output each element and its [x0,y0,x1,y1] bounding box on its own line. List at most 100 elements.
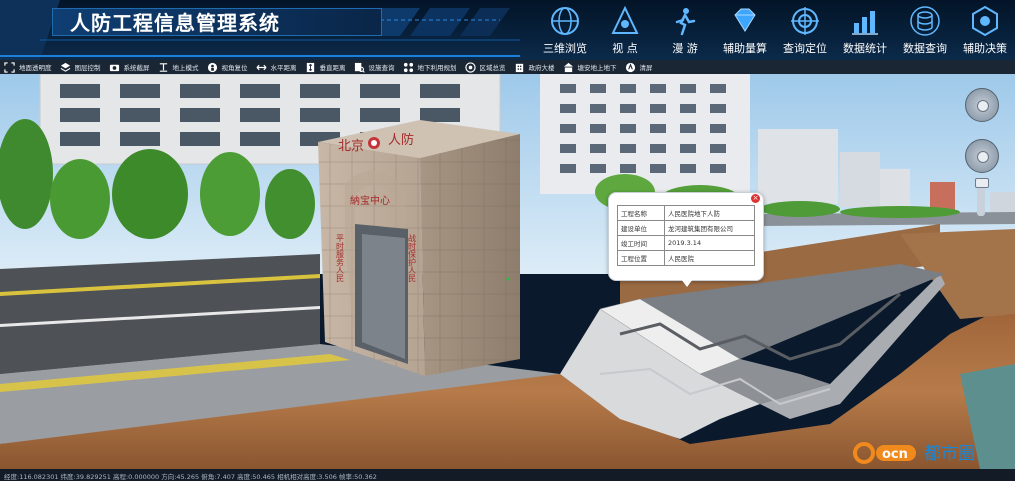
diamond-icon [734,8,756,32]
nav-label: 视 点 [612,42,638,55]
tool-label: 系统截屏 [123,64,150,72]
table-row: 工程名称 人民医院地下人防 [617,205,755,221]
logo-o-mark [853,442,875,464]
app-header: 人防工程信息管理系统 三维浏览 视 点 漫 游 辅助量算 查询定位 数据统计 数… [0,0,1015,60]
tool-vertical-distance[interactable]: 垂直距离 [305,60,346,74]
zoom-slider-handle[interactable] [975,178,989,188]
tool-label: 地下利用规划 [417,64,457,72]
popup-pointer [681,279,693,287]
tool-label: 地面透明度 [19,64,52,72]
dushiquan-logo: ocn 都市圈 [853,442,975,464]
tool-screenshot[interactable]: 系统截屏 [109,60,150,74]
person-icon [207,62,217,72]
bar-chart-icon [852,11,878,35]
left-couplet: 平时服务人民 [336,234,345,283]
plan-icon [403,62,413,72]
tool-government-building[interactable]: 政府大楼 [514,60,555,74]
civil-defense-entrance-building [318,120,520,376]
nav-label: 数据统计 [843,42,887,55]
tool-above-ground[interactable]: 地上模式 [158,60,199,74]
nav-roam[interactable]: 漫 游 [655,0,715,60]
nav-label: 漫 游 [672,42,698,55]
tool-underground-plan[interactable]: 地下利用规划 [403,60,457,74]
status-bar: 经度:116.082301 纬度:39.829251 高程:0.000000 方… [0,469,1015,481]
ground-icon [159,62,167,72]
table-row: 工程位置 人民医院 [617,250,755,266]
tool-layer-control[interactable]: 图层控制 [60,60,101,74]
scene-render: 北京 人防 納宝中心 平时服务人民 战时保护人民 [0,74,1015,469]
project-name-value: 人民医院地下人防 [664,205,755,221]
tool-facility-query[interactable]: 设施查询 [354,60,395,74]
expand-icon [4,61,15,73]
table-row: 竣工时间 2019.3.14 [617,235,755,251]
clear-icon [625,62,635,72]
search-doc-icon [354,62,365,73]
vertical-arrow-icon [306,62,314,72]
tool-label: 视角复位 [221,64,248,72]
globe-icon [551,7,579,35]
pan-control[interactable] [965,139,999,173]
target-icon [791,7,819,35]
tool-label: 清屏 [639,64,653,72]
tool-label: 水平距离 [270,64,297,72]
tool-label: 垂直距离 [319,64,346,72]
nav-locate[interactable]: 查询定位 [775,0,835,60]
close-icon[interactable]: × [751,194,760,203]
camera-icon [109,64,119,71]
tool-tangan-above-below[interactable]: 塘安地上地下 [563,60,617,74]
tool-clear-screen[interactable]: 清屏 [625,60,653,74]
sign-civil-defense: 人防 [388,132,414,148]
tool-horizontal-distance[interactable]: 水平距离 [255,60,297,74]
logo-text: 都市圈 [924,444,975,464]
tool-label: 地上模式 [172,64,199,72]
coordinate-readout: 经度:116.082301 纬度:39.829251 高程:0.000000 方… [4,473,377,481]
project-info-popup: × 工程名称 人民医院地下人防 建设单位 龙河建筑集团有限公司 竣工时间 201… [608,192,764,287]
region-icon [464,61,476,73]
nav-viewpoint[interactable]: 视 点 [595,0,655,60]
database-icon [910,6,940,36]
completion-date-value: 2019.3.14 [664,235,755,251]
tool-label: 塘安地上地下 [577,64,617,72]
tool-region-overview[interactable]: 区域总览 [464,60,506,74]
location-value: 人民医院 [664,250,755,266]
builder-value: 龙河建筑集团有限公司 [664,220,755,236]
table-row: 建设单位 龙河建筑集团有限公司 [617,220,755,236]
shield-icon [972,5,998,37]
walk-icon [675,8,696,36]
nav-statistics[interactable]: 数据统计 [835,0,895,60]
rotate-knob[interactable] [977,100,989,112]
tool-view-reset[interactable]: 视角复位 [207,60,248,74]
project-name-key: 工程名称 [617,205,665,221]
underground-icon [563,62,573,72]
right-couplet: 战时保护人民 [408,233,417,283]
tool-label: 设施查询 [368,64,395,72]
nav-label: 数据查询 [903,42,947,55]
app-title: 人防工程信息管理系统 [70,11,280,35]
toolbar: 地面透明度 图层控制 系统截屏 地上模式 视角复位 水平距离 垂直距离 设施查询… [0,60,1015,74]
tool-label: 政府大楼 [528,64,555,72]
tool-ground-transparency[interactable]: 地面透明度 [4,60,52,74]
horizontal-arrow-icon [255,64,267,70]
builder-key: 建设单位 [617,220,665,236]
layers-icon [60,62,70,72]
nav-label: 查询定位 [783,42,827,55]
tool-label: 区域总览 [479,64,506,72]
nav-decision[interactable]: 辅助决策 [955,0,1015,60]
eye-icon [611,5,639,34]
rotate-control[interactable] [965,88,999,122]
map-3d-viewport[interactable]: 北京 人防 納宝中心 平时服务人民 战时保护人民 [0,74,1015,469]
main-nav: 三维浏览 视 点 漫 游 辅助量算 查询定位 数据统计 数据查询 辅助决策 [535,0,1015,60]
tool-label: 图层控制 [74,64,101,72]
nav-label: 三维浏览 [543,42,587,55]
sign-beijing: 北京 [338,139,364,154]
project-info-table: 工程名称 人民医院地下人防 建设单位 龙河建筑集团有限公司 竣工时间 2019.… [617,205,755,266]
nav-3d-browse[interactable]: 三维浏览 [535,0,595,60]
location-key: 工程位置 [617,250,665,266]
nav-measure[interactable]: 辅助量算 [715,0,775,60]
nav-label: 辅助量算 [723,42,767,55]
building-icon [515,63,523,72]
pan-knob[interactable] [977,151,989,163]
completion-date-key: 竣工时间 [617,235,665,251]
nav-data-query[interactable]: 数据查询 [895,0,955,60]
logo-mark-text: ocn [882,447,908,462]
